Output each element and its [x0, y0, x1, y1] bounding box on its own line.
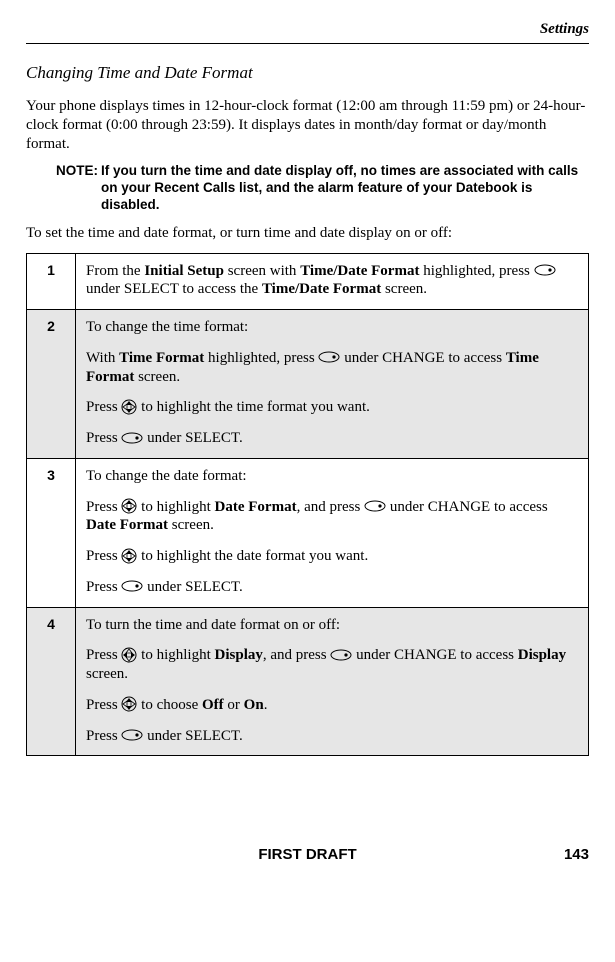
nav-vertical-icon: [121, 696, 137, 712]
nav-vertical-icon: [121, 399, 137, 415]
step-paragraph: From the Initial Setup screen with Time/…: [86, 262, 578, 300]
note-label: NOTE:: [56, 163, 101, 214]
page-footer: FIRST DRAFT 143: [26, 846, 589, 865]
nav-vertical-icon: [121, 498, 137, 514]
step-body: To turn the time and date format on or o…: [76, 607, 589, 756]
step-paragraph: Press to choose Off or On.: [86, 696, 578, 715]
note-block: NOTE: If you turn the time and date disp…: [56, 163, 589, 214]
instruction-line: To set the time and date format, or turn…: [26, 224, 589, 243]
softkey-right-icon: [121, 432, 143, 444]
step-paragraph: Press to highlight the time format you w…: [86, 398, 578, 417]
softkey-right-icon: [121, 580, 143, 592]
step-number: 3: [27, 458, 76, 607]
step-paragraph: Press to highlight Display, and press un…: [86, 646, 578, 684]
page-header: Settings: [26, 20, 589, 44]
nav-horizontal-icon: [121, 647, 137, 663]
page-number: 143: [564, 846, 589, 865]
steps-table: 1 From the Initial Setup screen with Time…: [26, 253, 589, 757]
step-body: To change the date format: Press to highl…: [76, 458, 589, 607]
draft-label: FIRST DRAFT: [258, 846, 356, 865]
step-paragraph: To turn the time and date format on or o…: [86, 616, 578, 635]
step-body: To change the time format: With Time Form…: [76, 310, 589, 459]
step-paragraph: To change the time format:: [86, 318, 578, 337]
step-number: 1: [27, 253, 76, 310]
softkey-right-icon: [330, 649, 352, 661]
softkey-right-icon: [364, 500, 386, 512]
table-row: 3 To change the date format: Press to high…: [27, 458, 589, 607]
section-name: Settings: [540, 21, 589, 37]
step-paragraph: Press under SELECT.: [86, 429, 578, 448]
step-paragraph: Press under SELECT.: [86, 727, 578, 746]
table-row: 1 From the Initial Setup screen with Time…: [27, 253, 589, 310]
intro-paragraph: Your phone displays times in 12-hour-clo…: [26, 97, 589, 153]
table-row: 4 To turn the time and date format on or …: [27, 607, 589, 756]
note-text: If you turn the time and date display of…: [101, 163, 589, 214]
subheading: Changing Time and Date Format: [26, 62, 589, 83]
softkey-right-icon: [534, 264, 556, 276]
step-paragraph: To change the date format:: [86, 467, 578, 486]
step-paragraph: Press under SELECT.: [86, 578, 578, 597]
step-number: 2: [27, 310, 76, 459]
softkey-right-icon: [318, 351, 340, 363]
step-number: 4: [27, 607, 76, 756]
nav-vertical-icon: [121, 548, 137, 564]
step-paragraph: With Time Format highlighted, press unde…: [86, 349, 578, 387]
softkey-right-icon: [121, 729, 143, 741]
table-row: 2 To change the time format: With Time For…: [27, 310, 589, 459]
step-paragraph: Press to highlight Date Format, and pres…: [86, 498, 578, 536]
step-body: From the Initial Setup screen with Time/…: [76, 253, 589, 310]
step-paragraph: Press to highlight the date format you w…: [86, 547, 578, 566]
